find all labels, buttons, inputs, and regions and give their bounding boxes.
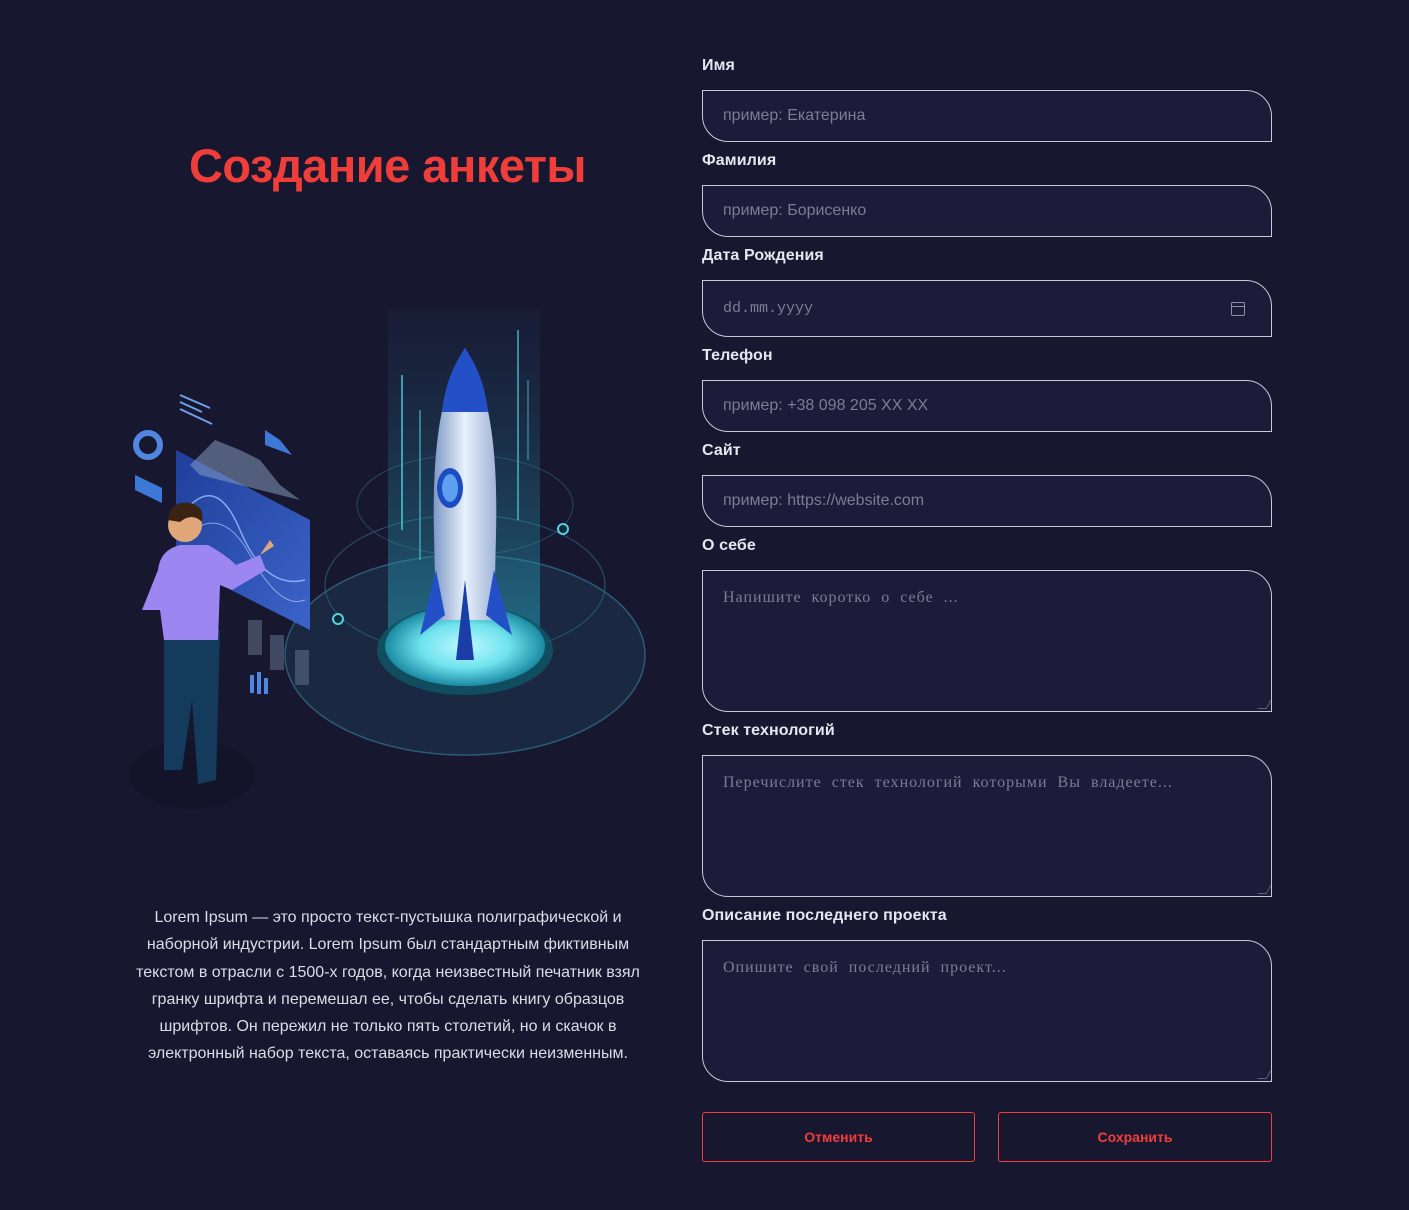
save-button[interactable]: Сохранить bbox=[998, 1112, 1272, 1162]
about-label: О себе bbox=[702, 537, 756, 554]
rocket-illustration bbox=[130, 310, 646, 809]
last-project-textarea[interactable] bbox=[702, 940, 1272, 1082]
first-name-label: Имя bbox=[702, 57, 735, 74]
last-name-label: Фамилия bbox=[702, 152, 777, 169]
website-input[interactable] bbox=[702, 475, 1272, 527]
tech-stack-label: Стек технологий bbox=[702, 722, 835, 739]
page-title: Создание анкеты bbox=[188, 139, 587, 192]
last-project-label: Описание последнего проекта bbox=[702, 907, 947, 924]
phone-input[interactable] bbox=[702, 380, 1272, 432]
birth-date-input[interactable]: dd.mm.yyyy bbox=[702, 280, 1272, 337]
first-name-input[interactable] bbox=[702, 90, 1272, 142]
intro-description: Lorem Ipsum — это просто текст-пустышка … bbox=[136, 909, 640, 1063]
last-name-input[interactable] bbox=[702, 185, 1272, 237]
about-textarea[interactable] bbox=[702, 570, 1272, 712]
website-label: Сайт bbox=[702, 442, 741, 459]
cancel-button[interactable]: Отменить bbox=[702, 1112, 975, 1162]
calendar-icon[interactable] bbox=[1231, 301, 1245, 316]
tech-stack-textarea[interactable] bbox=[702, 755, 1272, 897]
birth-date-placeholder: dd.mm.yyyy bbox=[723, 300, 814, 317]
birth-date-label: Дата Рождения bbox=[702, 247, 824, 264]
intro-section: Создание анкеты Lorem Ipsum — это просто… bbox=[120, 0, 655, 1210]
phone-label: Телефон bbox=[702, 347, 773, 364]
